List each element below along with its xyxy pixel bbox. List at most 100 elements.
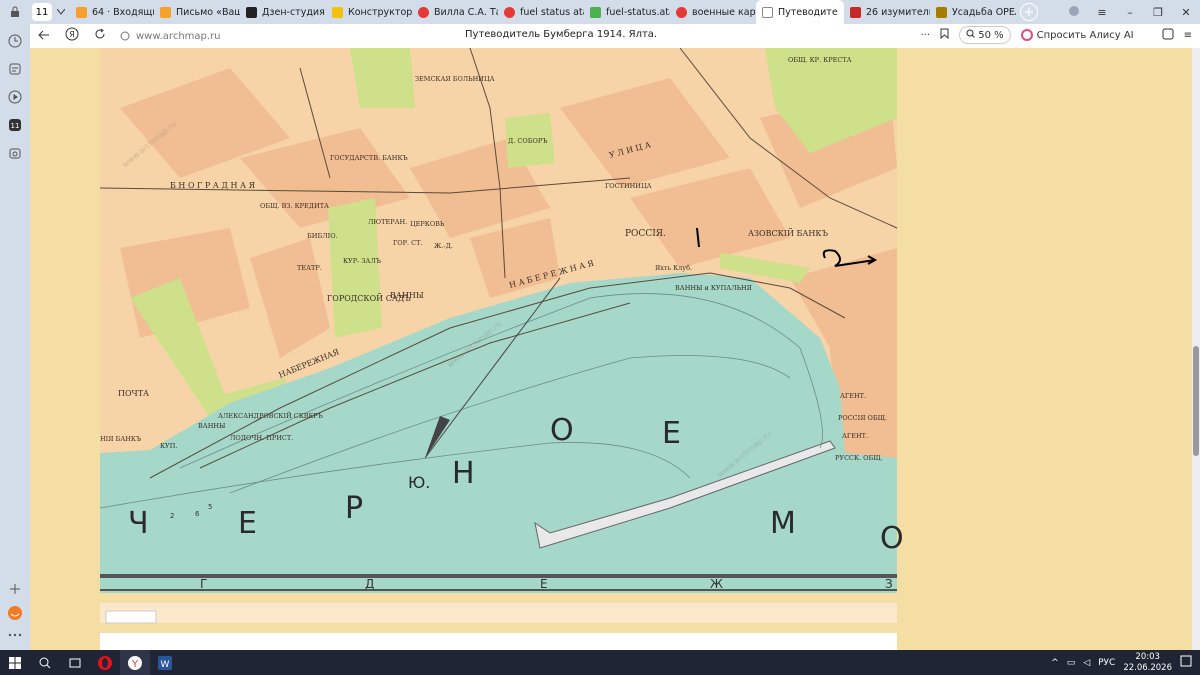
map-mini-toolbar <box>105 610 157 624</box>
tab-8[interactable]: военные карты <box>670 0 756 24</box>
grid-letter-1: Г <box>200 577 207 591</box>
more-icon[interactable] <box>4 624 26 646</box>
address-bar: Я www.archmap.ru Путеводитель Бумберга 1… <box>30 24 1200 48</box>
profile-icon[interactable] <box>1060 5 1088 20</box>
task-view-button[interactable] <box>60 650 90 675</box>
alice-icon[interactable] <box>4 602 26 624</box>
label-vanny3: ВАННЫ <box>198 422 226 430</box>
scrollbar-thumb[interactable] <box>1193 346 1199 456</box>
next-page-strip <box>100 633 897 650</box>
label-vanny2: ВАННЫ и КУПАЛЬНЯ <box>675 284 752 292</box>
svg-text:Y: Y <box>131 659 139 670</box>
label-rossiya2: РОССІЯ ОБЩ. <box>838 414 887 422</box>
svg-text:W: W <box>161 660 170 670</box>
document-icon <box>762 6 773 18</box>
reload-button[interactable] <box>86 28 114 44</box>
opera-app-button[interactable] <box>90 650 120 675</box>
language-indicator[interactable]: РУС <box>1098 658 1115 668</box>
ask-alice-button[interactable]: Спросить Алису AI <box>1020 29 1134 41</box>
tab-6[interactable]: fuel status atan <box>498 0 584 24</box>
minimize-icon[interactable]: – <box>1116 6 1144 19</box>
label-zhd: Ж.-Д. <box>434 242 453 250</box>
label-ageit: АГЕНТ. <box>840 392 866 400</box>
grid-letter-4: Ж <box>710 577 723 591</box>
tab-2[interactable]: Письмо «Ваш <box>154 0 240 24</box>
extensions-icon[interactable] <box>1162 28 1174 43</box>
mail-icon <box>76 6 87 18</box>
page-title: Путеводитель Бумберга 1914. Ялта. <box>465 29 658 40</box>
label-vanny: ВАННЫ <box>390 291 424 300</box>
grid-letter-2: Д <box>365 577 374 591</box>
url-field[interactable]: www.archmap.ru <box>120 31 221 42</box>
screenshot-icon[interactable] <box>4 142 26 164</box>
add-panel-icon[interactable] <box>4 578 26 600</box>
tabs-counter-icon[interactable]: 11 <box>4 114 26 136</box>
vertical-scrollbar[interactable] <box>1192 48 1200 650</box>
label-gos-bank: ГОСУДАРСТВ. БАНКЪ <box>330 154 408 162</box>
address-bar-right-controls: ··· 50 % Спросить Алису AI ≡ <box>920 26 1192 44</box>
close-window-icon[interactable]: ✕ <box>1172 6 1200 19</box>
window-controls: ≡ – ❐ ✕ <box>1060 0 1200 24</box>
clock[interactable]: 20:03 22.06.2026 <box>1123 652 1172 674</box>
grid-letter-5: З <box>885 577 893 591</box>
page-menu-button[interactable]: ··· <box>920 30 930 41</box>
yandex-icon <box>504 6 515 18</box>
label-lodoch: ЛОДОЧН. ПРИСТ. <box>230 434 293 442</box>
label-obsch-kr: ОБЩ. КР. КРЕСТА <box>788 56 852 64</box>
back-button[interactable] <box>30 29 58 44</box>
tab-1[interactable]: 64 · Входящие <box>70 0 154 24</box>
page-content: ЗЕМСКАЯ БОЛЬНИЦА ОБЩ. КР. КРЕСТА ГОСУДАР… <box>30 48 1192 650</box>
notes-icon[interactable] <box>4 58 26 80</box>
word-app-button[interactable]: W <box>150 650 180 675</box>
grid-number-1: 2 <box>170 512 174 520</box>
word-icon: W <box>158 655 172 670</box>
tab-5[interactable]: Вилла С.А. Тат <box>412 0 498 24</box>
left-sidebar: 11 <box>0 24 30 650</box>
tab-9-active[interactable]: Путеводите× <box>756 0 844 24</box>
label-kup: КУП. <box>160 442 177 450</box>
alice-circle-icon <box>1020 29 1033 41</box>
chevron-down-icon[interactable] <box>52 0 70 24</box>
label-bank-left: НІЯ БАНКЪ <box>100 435 141 443</box>
label-biblio: БИБЛІО. <box>307 232 338 240</box>
sea-letter-5: О <box>550 413 574 448</box>
tab-count-badge[interactable]: 11 <box>32 3 52 21</box>
label-russk: РУССК. ОБЩ. <box>835 454 883 462</box>
map-grid-line-2 <box>100 589 897 591</box>
yandex-home-button[interactable]: Я <box>58 27 86 45</box>
reload-icon <box>95 28 105 39</box>
search-taskbar-button[interactable] <box>30 650 60 675</box>
tab-4[interactable]: Конструктор к <box>326 0 412 24</box>
svg-text:Я: Я <box>69 30 75 39</box>
label-lyuteran: ЛЮТЕРАН. <box>368 218 407 226</box>
zoom-indicator[interactable]: 50 % <box>959 26 1011 44</box>
bookmark-icon[interactable] <box>940 28 949 42</box>
label-yug: Ю. <box>408 473 430 492</box>
label-cerkov: ЦЕРКОВЬ <box>410 220 445 228</box>
label-agent2: АГЕНТ. <box>842 432 868 440</box>
sea-letter-1: Ч <box>128 506 149 541</box>
tab-3[interactable]: Дзен-студия <box>240 0 326 24</box>
play-icon[interactable] <box>4 86 26 108</box>
volume-icon[interactable]: ◁ <box>1083 658 1090 668</box>
browser-menu-icon[interactable]: ≡ <box>1184 30 1192 41</box>
tab-7[interactable]: fuel-status.atan <box>584 0 670 24</box>
new-tab-button[interactable]: + <box>1020 3 1038 21</box>
notifications-icon[interactable] <box>1180 655 1192 670</box>
label-gor-st: ГОР. СТ. <box>393 239 423 247</box>
start-button[interactable] <box>0 650 30 675</box>
lock-icon <box>11 6 19 17</box>
tab-11[interactable]: Усадьба ОРЕА <box>930 0 1016 24</box>
network-icon[interactable]: ▭ <box>1067 658 1076 668</box>
restore-icon[interactable]: ❐ <box>1144 6 1172 19</box>
label-obsch-vz: ОБЩ. ВЗ. КРЕДИТА <box>260 202 329 210</box>
arrow-left-icon <box>38 30 49 39</box>
tab-10[interactable]: 26 изумительн <box>844 0 930 24</box>
downloads-icon[interactable]: ≡ <box>1088 6 1116 19</box>
yandex-browser-app-button[interactable]: Y <box>120 650 150 675</box>
video-icon <box>850 6 861 18</box>
svg-text:11: 11 <box>11 122 20 130</box>
chevron-up-icon[interactable]: ^ <box>1051 658 1059 668</box>
sidebar-toggle-button[interactable] <box>0 0 30 24</box>
history-icon[interactable] <box>4 30 26 52</box>
